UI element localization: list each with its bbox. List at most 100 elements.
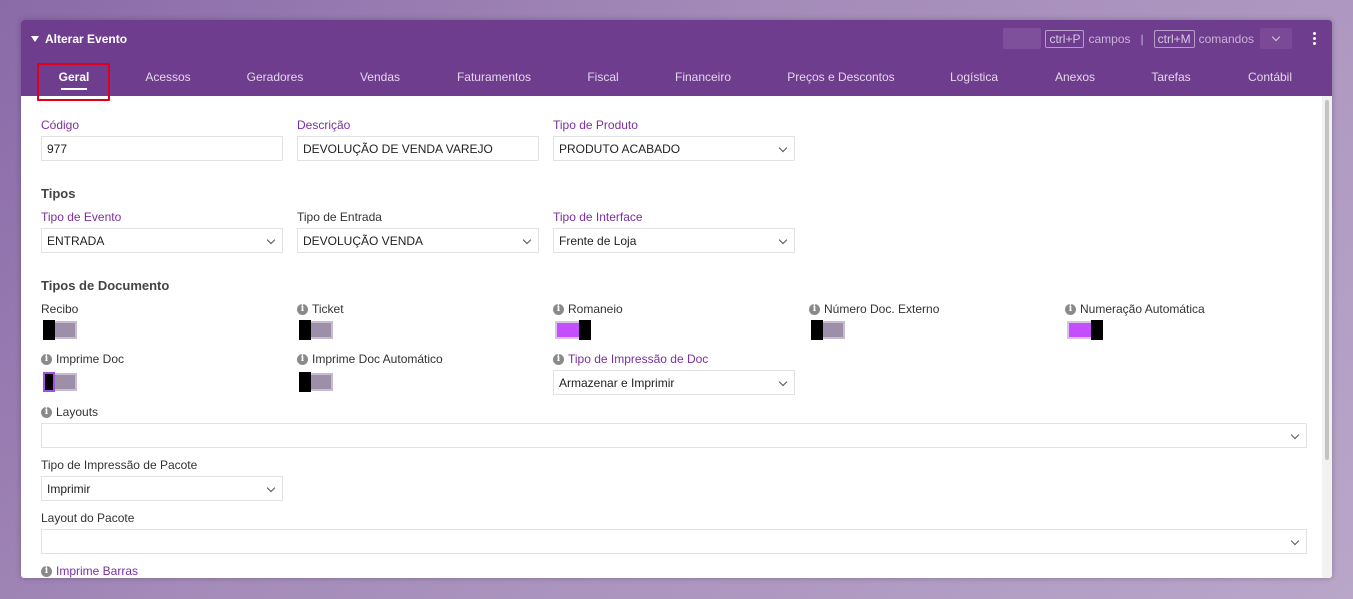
tipo-impressao-doc-select[interactable]: Armazenar e Imprimir: [553, 370, 795, 395]
info-icon[interactable]: i: [41, 406, 52, 418]
codigo-value: 977: [47, 141, 68, 156]
window-header: Alterar Evento ctrl+P campos | ctrl+M co…: [21, 20, 1332, 101]
ticket-toggle[interactable]: [297, 319, 334, 341]
layout-pacote-label: Layout do Pacote: [41, 511, 135, 525]
fields-shortcut-label: campos: [1088, 31, 1131, 46]
tab-precos-descontos[interactable]: Preços e Descontos: [776, 58, 906, 96]
tipo-entrada-label: Tipo de Entrada: [297, 210, 382, 224]
collapse-caret-icon[interactable]: [31, 36, 39, 42]
tab-faturamentos[interactable]: Faturamentos: [446, 58, 542, 96]
info-icon[interactable]: i: [553, 353, 564, 365]
layout-pacote-select[interactable]: [41, 529, 1307, 554]
info-icon[interactable]: i: [297, 303, 308, 315]
info-icon[interactable]: i: [553, 303, 564, 315]
layouts-select[interactable]: [41, 423, 1307, 448]
romaneio-toggle[interactable]: [555, 319, 592, 341]
layouts-label-text: Layouts: [56, 405, 99, 419]
tab-fiscal[interactable]: Fiscal: [576, 58, 630, 96]
imprime-doc-automatico-label: i Imprime Doc Automático: [297, 352, 443, 366]
romaneio-label: i Romaneio: [553, 302, 623, 316]
form-content: Código 977 Descrição DEVOLUÇÃO DE VENDA …: [21, 96, 1322, 578]
tab-contabil[interactable]: Contábil: [1235, 58, 1305, 96]
chevron-down-icon: [778, 143, 788, 153]
codigo-input[interactable]: 977: [41, 136, 283, 161]
chevron-down-icon: [778, 235, 788, 245]
tipo-produto-select[interactable]: PRODUTO ACABADO: [553, 136, 795, 161]
romaneio-label-text: Romaneio: [568, 302, 623, 316]
recibo-toggle[interactable]: [41, 319, 78, 341]
imprime-doc-label-text: Imprime Doc: [56, 352, 125, 366]
tipo-evento-label: Tipo de Evento: [41, 210, 122, 224]
layouts-label: i Layouts: [41, 405, 98, 419]
imprime-doc-toggle[interactable]: [41, 371, 78, 393]
tab-acessos[interactable]: Acessos: [133, 58, 203, 96]
imprime-doc-automatico-label-text: Imprime Doc Automático: [312, 352, 443, 366]
tipo-entrada-value: DEVOLUÇÃO VENDA: [303, 233, 424, 248]
tipo-entrada-select[interactable]: DEVOLUÇÃO VENDA: [297, 228, 539, 253]
tab-logistica[interactable]: Logística: [939, 58, 1009, 96]
tipo-interface-value: Frente de Loja: [559, 233, 637, 248]
commands-dropdown-button[interactable]: [1260, 28, 1292, 49]
descricao-value: DEVOLUÇÃO DE VENDA VAREJO: [303, 141, 493, 156]
numero-doc-externo-label: i Número Doc. Externo: [809, 302, 939, 316]
ticket-label-text: Ticket: [312, 302, 344, 316]
tipo-impressao-pacote-value: Imprimir: [47, 481, 91, 496]
numeracao-automatica-label-text: Numeração Automática: [1080, 302, 1205, 316]
chevron-down-icon: [1290, 430, 1300, 440]
shortcuts-bar: ctrl+P campos | ctrl+M comandos: [1003, 28, 1332, 49]
more-options-icon[interactable]: [1302, 28, 1326, 49]
commands-shortcut-key: ctrl+M: [1153, 29, 1195, 48]
tab-geradores[interactable]: Geradores: [235, 58, 315, 96]
imprime-doc-automatico-toggle[interactable]: [297, 371, 334, 393]
commands-shortcut-label: comandos: [1198, 31, 1254, 46]
tab-tarefas[interactable]: Tarefas: [1141, 58, 1201, 96]
chevron-down-icon: [1271, 32, 1281, 42]
fields-shortcut-key: ctrl+P: [1045, 29, 1085, 48]
numero-doc-externo-label-text: Número Doc. Externo: [824, 302, 940, 316]
chevron-down-icon: [266, 483, 276, 493]
tipo-interface-label: Tipo de Interface: [553, 210, 643, 224]
tipo-impressao-pacote-select[interactable]: Imprimir: [41, 476, 283, 501]
tipo-impressao-doc-label: i Tipo de Impressão de Doc: [553, 352, 708, 366]
chevron-down-icon: [266, 235, 276, 245]
info-icon[interactable]: i: [1065, 303, 1076, 315]
tipo-evento-value: ENTRADA: [47, 233, 105, 248]
shortcut-separator: |: [1140, 31, 1144, 46]
event-edit-window: Alterar Evento ctrl+P campos | ctrl+M co…: [21, 20, 1332, 578]
imprime-doc-label: i Imprime Doc: [41, 352, 124, 366]
info-icon[interactable]: i: [41, 565, 52, 577]
chevron-down-icon: [778, 377, 788, 387]
tipo-produto-value: PRODUTO ACABADO: [559, 141, 681, 156]
tipo-produto-label: Tipo de Produto: [553, 118, 638, 132]
recibo-label-text: Recibo: [41, 302, 79, 316]
ticket-label: i Ticket: [297, 302, 344, 316]
tab-anexos[interactable]: Anexos: [1043, 58, 1107, 96]
tipo-impressao-doc-label-text: Tipo de Impressão de Doc: [568, 352, 709, 366]
tipo-impressao-pacote-label: Tipo de Impressão de Pacote: [41, 458, 198, 472]
recibo-label: Recibo: [41, 302, 78, 316]
imprime-barras-label-text: Imprime Barras: [56, 564, 139, 578]
tipos-documento-section-title: Tipos de Documento: [41, 278, 170, 293]
tab-bar: Geral Acessos Geradores Vendas Faturamen…: [21, 58, 1332, 101]
numeracao-automatica-toggle[interactable]: [1067, 319, 1104, 341]
vertical-scrollbar[interactable]: [1322, 96, 1332, 578]
tipo-interface-select[interactable]: Frente de Loja: [553, 228, 795, 253]
info-icon[interactable]: i: [297, 353, 308, 365]
tipo-evento-select[interactable]: ENTRADA: [41, 228, 283, 253]
tab-vendas[interactable]: Vendas: [349, 58, 411, 96]
numeracao-automatica-label: i Numeração Automática: [1065, 302, 1205, 316]
scrollbar-thumb[interactable]: [1325, 100, 1329, 460]
tipo-impressao-doc-value: Armazenar e Imprimir: [559, 375, 675, 390]
chevron-down-icon: [1290, 536, 1300, 546]
tipos-section-title: Tipos: [41, 186, 76, 201]
numero-doc-externo-toggle[interactable]: [809, 319, 846, 341]
chevron-down-icon: [522, 235, 532, 245]
info-icon[interactable]: i: [41, 353, 52, 365]
imprime-barras-label: i Imprime Barras: [41, 564, 138, 578]
shortcut-field-search[interactable]: [1003, 28, 1042, 49]
info-icon[interactable]: i: [809, 303, 820, 315]
codigo-label: Código: [41, 118, 80, 132]
window-title: Alterar Evento: [45, 32, 128, 46]
tab-financeiro[interactable]: Financeiro: [664, 58, 742, 96]
descricao-input[interactable]: DEVOLUÇÃO DE VENDA VAREJO: [297, 136, 539, 161]
